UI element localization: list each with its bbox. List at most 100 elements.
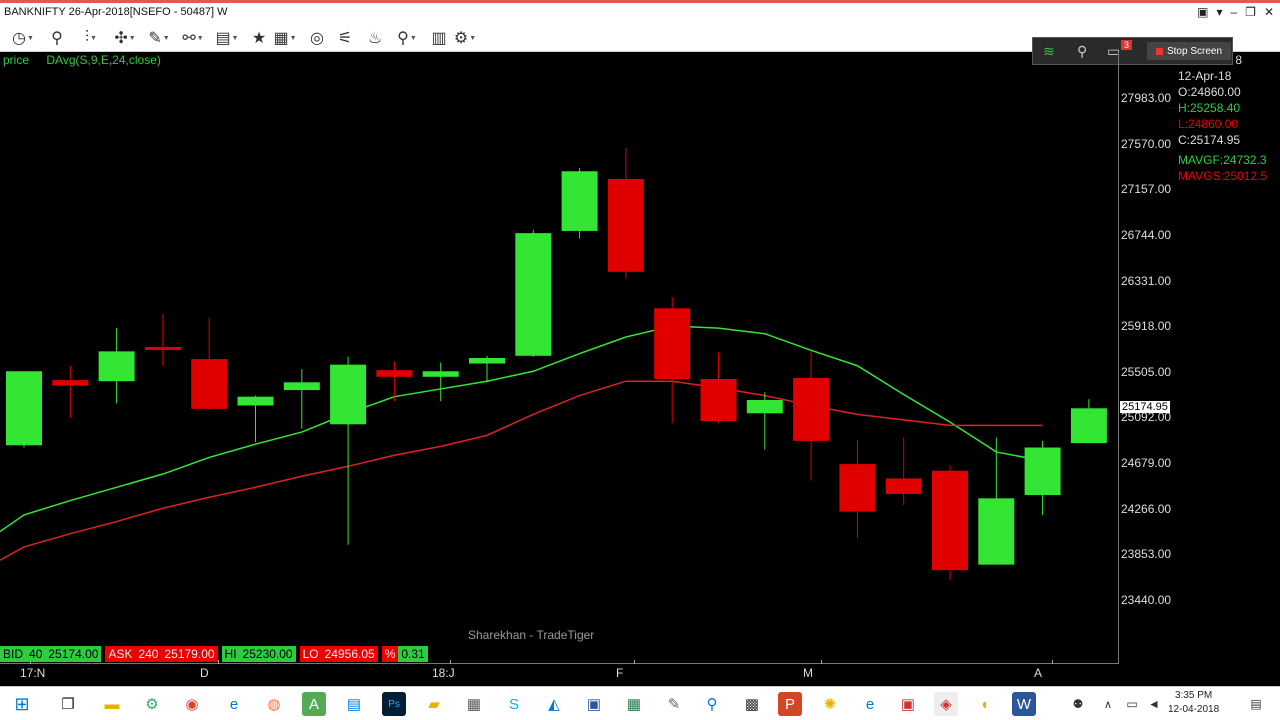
candle[interactable] (422, 362, 459, 402)
pct-label: % (381, 646, 399, 662)
app-icon-5[interactable]: ▩ (740, 692, 764, 716)
info-open: O:24860.00 (1178, 85, 1241, 99)
candle[interactable] (515, 229, 552, 357)
favorite-icon[interactable]: ★ (246, 27, 272, 49)
start-icon[interactable]: ⊞ (10, 692, 34, 716)
edge-icon[interactable]: e (222, 692, 246, 716)
candle[interactable] (144, 313, 181, 366)
candle[interactable] (839, 439, 876, 539)
candle[interactable] (932, 465, 968, 581)
info-mavgf: MAVGF:24732.3 (1178, 153, 1267, 167)
candle[interactable] (561, 167, 598, 239)
candle[interactable] (6, 371, 42, 448)
template-icon[interactable]: ▤ ▼ (214, 27, 240, 49)
candlestick-chart[interactable] (0, 52, 1118, 664)
powerpoint-icon[interactable]: P (778, 692, 802, 716)
candle[interactable] (98, 328, 135, 404)
app-icon-4[interactable]: ✎ (662, 692, 686, 716)
candle-body (283, 382, 320, 391)
candle[interactable] (1070, 399, 1107, 444)
settings-icon[interactable]: ⚙ ▼ (452, 27, 478, 49)
app-icon-8[interactable]: ◐ (974, 692, 998, 716)
price-tick: 27983.00 (1121, 91, 1172, 105)
restore-button[interactable]: ❐ (1245, 5, 1256, 19)
candle[interactable] (885, 437, 922, 505)
candle[interactable] (700, 352, 737, 424)
candle[interactable] (1024, 440, 1061, 515)
photoshop-icon[interactable]: Ps (382, 692, 406, 716)
price-tick: 25505.00 (1121, 364, 1172, 379)
app-a-icon[interactable]: A (302, 692, 326, 716)
zoom-icon[interactable]: ⚲ ▼ (394, 27, 420, 49)
close-button[interactable]: ✕ (1264, 5, 1274, 19)
clock-icon[interactable]: ◷ ▼ (10, 27, 36, 49)
pin-icon[interactable]: ⚲ (44, 27, 70, 49)
candle[interactable] (283, 369, 320, 429)
candle[interactable] (793, 351, 830, 481)
telescope-icon[interactable]: ⚟ (332, 27, 358, 49)
info-low: L:24860.00 (1178, 117, 1239, 131)
price-axis[interactable]: 27983.00 27570.00 27157.00 26744.00 26331.00… (1118, 52, 1178, 664)
volume-icon[interactable]: ◄ (1142, 692, 1166, 716)
candle-body (52, 380, 89, 386)
app-icon-7[interactable]: ▣ (896, 692, 920, 716)
candle-body (793, 377, 830, 441)
clock-time: 3:35 PM (1174, 690, 1213, 701)
candle[interactable] (607, 148, 644, 279)
draw-icon[interactable]: ✎ ▼ (146, 27, 172, 49)
crosshair-icon[interactable]: ✣ ▼ (112, 27, 138, 49)
candle[interactable] (654, 297, 691, 424)
screen-icon[interactable]: ▣ (1197, 5, 1208, 19)
candle[interactable] (52, 365, 89, 418)
info-date-top: 8 (1235, 53, 1242, 67)
price-tick: 26744.00 (1121, 227, 1172, 242)
time-axis[interactable]: 17:N D 18:J F M A (0, 660, 1118, 683)
bid-price: 25174.00 (45, 646, 102, 662)
tradetiger-icon[interactable]: ◈ (934, 692, 958, 716)
candle-body (607, 178, 644, 272)
minimize-button[interactable]: – (1230, 5, 1237, 19)
notifications-icon[interactable]: ▤ (1244, 692, 1268, 716)
current-price-marker: 25174.95 (1120, 401, 1170, 413)
store-icon[interactable]: ▤ (342, 692, 366, 716)
chrome-icon[interactable]: ◉ (180, 692, 204, 716)
word-doc-icon[interactable]: ▣ (582, 692, 606, 716)
ie-icon[interactable]: e (858, 692, 882, 716)
title-bar: BANKNIFTY 26-Apr-2018[NSEFO - 50487] W ▣… (0, 0, 1280, 24)
clock[interactable]: 3:35 PM 12-04-2018 (1168, 689, 1219, 717)
folder-icon[interactable]: ▰ (422, 692, 446, 716)
lo-price: 24956.05 (321, 646, 378, 662)
info-mavgs: MAVGS:25012.5 (1178, 169, 1268, 183)
minimize-icon[interactable]: ▾ (1216, 5, 1222, 19)
app-icon-2[interactable]: ▦ (462, 692, 486, 716)
delete-icon[interactable]: ▥ (426, 27, 452, 49)
app-icon-6[interactable]: ✺ (818, 692, 842, 716)
candle[interactable] (330, 356, 367, 545)
indicator-icon[interactable]: ⫶ ▼ (78, 27, 104, 49)
tray-chevron-icon[interactable]: ∧ (1096, 692, 1120, 716)
line-tool-icon[interactable]: ⚯ ▼ (180, 27, 206, 49)
skype-icon[interactable]: S (502, 692, 526, 716)
firefox-icon[interactable]: ◍ (262, 692, 286, 716)
app-icon[interactable]: ⚙ (140, 692, 164, 716)
excel-icon[interactable]: ▦ (622, 692, 646, 716)
candle[interactable] (237, 395, 274, 442)
bid-qty: 40 (26, 646, 46, 662)
task-view-icon[interactable]: ❐ (56, 692, 80, 716)
candle-body (700, 379, 737, 421)
app-icon-3[interactable]: ◭ (542, 692, 566, 716)
time-tick-mark (821, 660, 822, 664)
target-icon[interactable]: ◎ (304, 27, 330, 49)
word-icon[interactable]: W (1012, 692, 1036, 716)
alert-icon[interactable]: ♨ (362, 27, 388, 49)
candle[interactable] (746, 392, 783, 450)
people-icon[interactable]: ⚉ (1066, 692, 1090, 716)
candle[interactable] (191, 318, 228, 410)
layout-icon[interactable]: ▦ ▼ (272, 27, 298, 49)
file-explorer-icon[interactable]: ▬ (100, 692, 124, 716)
candle[interactable] (978, 437, 1015, 565)
candle-body (932, 470, 968, 571)
maps-icon[interactable]: ⚲ (700, 692, 724, 716)
price-tick: 24266.00 (1121, 501, 1172, 516)
network-icon[interactable]: ▭ (1120, 692, 1144, 716)
